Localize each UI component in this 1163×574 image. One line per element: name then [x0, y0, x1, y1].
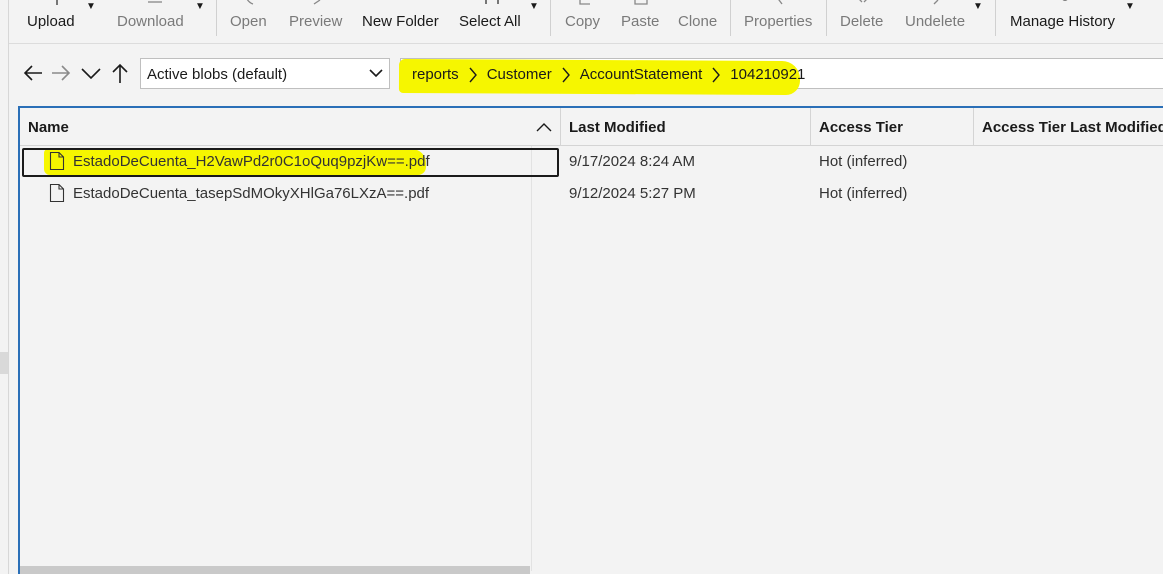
back-button[interactable] — [21, 61, 45, 85]
navigation-bar: Active blobs (default) reports Customer … — [9, 44, 1163, 104]
select-all-icon — [483, 0, 501, 6]
download-button[interactable]: Download — [117, 0, 192, 44]
toolbar-separator — [550, 0, 551, 36]
open-icon — [241, 0, 259, 6]
toolbar-separator — [995, 0, 996, 36]
upload-button[interactable]: Upload — [27, 0, 87, 44]
paste-icon — [632, 0, 650, 6]
access-tier-cell: Hot (inferred) — [819, 185, 908, 202]
sort-ascending-icon — [536, 123, 552, 132]
chevron-down-icon — [81, 68, 101, 80]
horizontal-scrollbar[interactable] — [20, 566, 530, 574]
manage-history-dropdown-icon[interactable]: ▼ — [1125, 1, 1135, 12]
preview-button[interactable]: Preview — [289, 0, 344, 44]
select-all-button[interactable]: Select All — [459, 0, 524, 44]
column-header-name[interactable]: Name — [20, 108, 561, 146]
undelete-icon — [926, 0, 944, 6]
toolbar-separator — [216, 0, 217, 36]
last-modified-cell: 9/12/2024 5:27 PM — [569, 185, 696, 202]
toolbar-separator — [826, 0, 827, 36]
address-bar[interactable]: reports Customer AccountStatement 104210… — [398, 58, 1163, 96]
arrow-left-icon — [23, 65, 42, 81]
undelete-button[interactable]: Undelete — [905, 0, 965, 44]
chevron-right-icon[interactable] — [561, 67, 571, 83]
column-header-access-tier-last-modified[interactable]: Access Tier Last Modified — [974, 108, 1163, 146]
manage-history-button[interactable]: Manage History — [1010, 0, 1120, 44]
undelete-dropdown-icon[interactable]: ▼ — [973, 1, 983, 12]
breadcrumb-item-accountstatement[interactable]: AccountStatement — [580, 66, 703, 83]
file-icon — [49, 183, 65, 203]
download-dropdown-icon[interactable]: ▼ — [195, 1, 205, 12]
download-icon — [146, 0, 164, 6]
toolbar: Upload ▼ Download ▼ Open Preview New Fol… — [9, 0, 1163, 44]
arrow-right-icon — [52, 65, 71, 81]
recent-locations-button[interactable] — [79, 61, 103, 85]
properties-icon — [770, 0, 788, 6]
left-panel-edge — [0, 0, 9, 574]
splitter-handle[interactable] — [0, 352, 8, 374]
paste-button[interactable]: Paste — [621, 0, 661, 44]
file-icon — [49, 151, 65, 171]
file-name: EstadoDeCuenta_H2VawPd2r0C1oQuq9pzjKw==.… — [73, 153, 430, 170]
forward-button[interactable] — [49, 61, 73, 85]
new-folder-button[interactable]: New Folder — [362, 0, 442, 44]
toolbar-separator — [730, 0, 731, 36]
breadcrumb-item-customer[interactable]: Customer — [487, 66, 552, 83]
delete-button[interactable]: Delete — [840, 0, 885, 44]
file-name: EstadoDeCuenta_tasepSdMOkyXHlGa76LXzA==.… — [73, 185, 430, 202]
properties-button[interactable]: Properties — [744, 0, 814, 44]
open-button[interactable]: Open — [230, 0, 270, 44]
column-header-last-modified[interactable]: Last Modified — [561, 108, 811, 146]
column-divider — [531, 146, 532, 571]
select-all-dropdown-icon[interactable]: ▼ — [529, 1, 539, 12]
list-header: Name Last Modified Access Tier Access Ti… — [20, 108, 1163, 146]
delete-icon — [854, 0, 872, 6]
table-row[interactable]: EstadoDeCuenta_H2VawPd2r0C1oQuq9pzjKw==.… — [20, 147, 1163, 177]
blob-view-select-value: Active blobs (default) — [147, 66, 288, 83]
blob-list[interactable]: Name Last Modified Access Tier Access Ti… — [18, 106, 1163, 574]
chevron-right-icon[interactable] — [711, 67, 721, 83]
blob-view-select[interactable]: Active blobs (default) — [140, 58, 390, 89]
breadcrumb: reports Customer AccountStatement 104210… — [412, 66, 805, 83]
last-modified-cell: 9/17/2024 8:24 AM — [569, 153, 695, 170]
preview-icon — [308, 0, 326, 6]
breadcrumb-item-reports[interactable]: reports — [412, 66, 459, 83]
column-header-access-tier[interactable]: Access Tier — [811, 108, 974, 146]
table-row[interactable]: EstadoDeCuenta_tasepSdMOkyXHlGa76LXzA==.… — [20, 179, 1163, 209]
up-button[interactable] — [108, 61, 132, 85]
copy-button[interactable]: Copy — [565, 0, 605, 44]
chevron-down-icon — [369, 69, 383, 78]
history-icon — [1056, 0, 1074, 6]
access-tier-cell: Hot (inferred) — [819, 153, 908, 170]
upload-dropdown-icon[interactable]: ▼ — [86, 1, 96, 12]
clone-button[interactable]: Clone — [678, 0, 723, 44]
upload-icon — [48, 0, 66, 6]
copy-icon — [576, 0, 594, 6]
chevron-right-icon[interactable] — [468, 67, 478, 83]
breadcrumb-item-folder-id[interactable]: 104210921 — [730, 66, 805, 83]
arrow-up-icon — [112, 63, 128, 83]
